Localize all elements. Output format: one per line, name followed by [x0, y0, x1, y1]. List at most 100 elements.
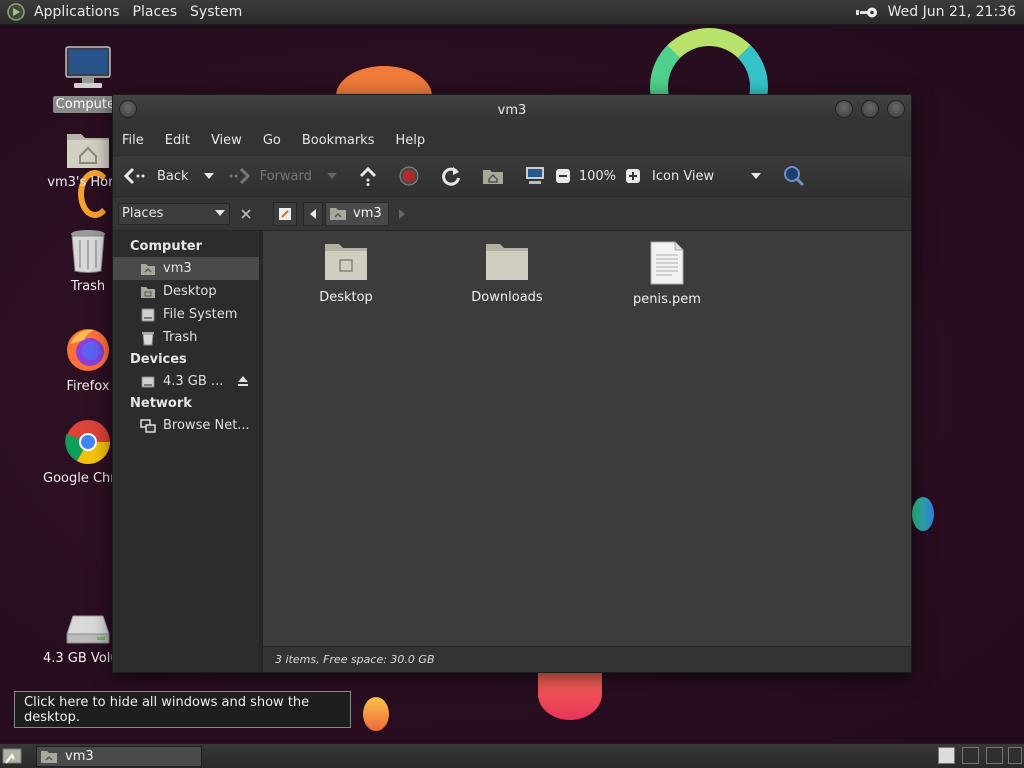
- file-name: Downloads: [471, 290, 543, 305]
- clock[interactable]: Wed Jun 21, 21:36: [888, 4, 1016, 20]
- key-icon[interactable]: [855, 5, 878, 19]
- file-item-pem[interactable]: penis.pem: [612, 241, 722, 307]
- minimize-button[interactable]: [835, 100, 853, 118]
- close-button[interactable]: [887, 100, 905, 118]
- menu-edit[interactable]: Edit: [165, 133, 190, 148]
- chrome-icon: [65, 420, 110, 464]
- computer-icon: [65, 46, 111, 88]
- desktop-folder-icon: [141, 286, 155, 298]
- sidebar-item-trash[interactable]: Trash: [113, 326, 259, 349]
- home-folder-icon: [41, 750, 57, 763]
- drive-icon: [141, 308, 155, 321]
- view-mode-label: Icon View: [652, 168, 715, 184]
- sidebar-item-label: Trash: [163, 330, 198, 345]
- system-menu[interactable]: System: [190, 4, 242, 20]
- firefox-icon: [67, 329, 109, 371]
- home-icon[interactable]: [482, 167, 504, 185]
- sidebar-item-desktop[interactable]: Desktop: [113, 280, 259, 303]
- forward-button[interactable]: Forward: [229, 167, 312, 185]
- window-menu-button[interactable]: [119, 100, 137, 118]
- window-body: Computer vm3 Desktop File System Trash D…: [113, 231, 911, 672]
- window-title: vm3: [497, 102, 527, 118]
- reload-icon[interactable]: [440, 165, 462, 187]
- trash-icon: [142, 331, 154, 345]
- status-bar: 3 items, Free space: 30.0 GB: [263, 646, 911, 672]
- home-folder-icon: [141, 263, 155, 275]
- desktop-icon-label: Firefox: [66, 379, 110, 394]
- show-desktop-icon[interactable]: [2, 747, 22, 765]
- taskbar-item-label: vm3: [65, 748, 94, 764]
- sidebar-item-label: vm3: [163, 261, 192, 276]
- trash-icon: [71, 230, 105, 273]
- desktop-folder-icon: [325, 244, 367, 280]
- up-arrow-icon[interactable]: [358, 166, 378, 186]
- search-icon[interactable]: [782, 164, 806, 188]
- path-crumb-vm3[interactable]: vm3: [325, 201, 389, 226]
- home-folder-icon: [330, 208, 346, 220]
- path-bar: vm3: [273, 201, 405, 226]
- menu-file[interactable]: File: [122, 133, 144, 148]
- zoom-out-icon[interactable]: [555, 168, 571, 184]
- back-button[interactable]: Back: [123, 167, 189, 185]
- sidebar-item-browse-network[interactable]: Browse Net...: [113, 414, 259, 437]
- view-mode-select[interactable]: Icon View: [652, 169, 762, 184]
- stop-icon[interactable]: [399, 166, 419, 186]
- workspace-4[interactable]: [1008, 747, 1022, 764]
- menu-help[interactable]: Help: [395, 133, 425, 148]
- eject-icon[interactable]: [237, 376, 249, 387]
- file-name: Desktop: [319, 290, 373, 305]
- sidebar-item-label: File System: [163, 307, 238, 322]
- workspace-3[interactable]: [986, 747, 1003, 764]
- chevron-down-icon: [751, 173, 762, 179]
- forward-history-dropdown-icon[interactable]: [326, 172, 338, 180]
- drive-icon: [66, 615, 110, 644]
- arrow-left-icon: [123, 167, 145, 185]
- show-desktop-tooltip: Click here to hide all windows and show …: [14, 691, 351, 728]
- location-bar: Places vm3: [113, 197, 911, 231]
- computer-icon[interactable]: [524, 166, 546, 186]
- maximize-button[interactable]: [861, 100, 879, 118]
- chevron-right-icon[interactable]: [398, 208, 405, 219]
- pencil-icon: [279, 207, 291, 220]
- sidebar-heading-computer: Computer: [130, 239, 203, 254]
- workspace-1[interactable]: [938, 747, 955, 764]
- sidebar-type-select[interactable]: Places: [118, 202, 230, 225]
- path-crumb-label: vm3: [353, 206, 382, 221]
- menu-bookmarks[interactable]: Bookmarks: [302, 133, 375, 148]
- taskbar-item-vm3[interactable]: vm3: [36, 745, 202, 767]
- home-folder-icon: [67, 134, 109, 168]
- places-sidebar: Computer vm3 Desktop File System Trash D…: [113, 231, 263, 672]
- file-manager-window: vm3 File Edit View Go Bookmarks Help Bac…: [112, 94, 912, 673]
- back-history-dropdown-icon[interactable]: [203, 172, 215, 180]
- status-text: 3 items, Free space: 30.0 GB: [275, 653, 435, 666]
- top-panel-tray: Wed Jun 21, 21:36: [855, 4, 1016, 20]
- sidebar-heading-devices: Devices: [130, 352, 187, 367]
- path-scroll-left-button[interactable]: [303, 201, 323, 226]
- sidebar-item-label: Desktop: [163, 284, 217, 299]
- toolbar: Back Forward 100% Icon View: [113, 155, 911, 197]
- desktop-icon-label: Trash: [70, 279, 106, 294]
- close-sidebar-button[interactable]: [236, 204, 256, 224]
- sidebar-item-file-system[interactable]: File System: [113, 303, 259, 326]
- wallpaper-shape: [538, 668, 602, 720]
- distro-logo-icon[interactable]: [7, 3, 25, 21]
- places-menu[interactable]: Places: [133, 4, 178, 20]
- menu-go[interactable]: Go: [263, 133, 281, 148]
- chevron-down-icon: [215, 210, 225, 216]
- tooltip-text: Click here to hide all windows and show …: [24, 694, 310, 725]
- window-titlebar[interactable]: vm3: [113, 95, 911, 125]
- sidebar-item-volume[interactable]: 4.3 GB ...: [113, 370, 259, 393]
- sidebar-item-label: 4.3 GB ...: [163, 374, 224, 389]
- text-file-icon: [650, 241, 684, 285]
- sidebar-item-label: Browse Net...: [163, 418, 250, 433]
- top-panel: Applications Places System Wed Jun 21, 2…: [0, 0, 1024, 25]
- file-view[interactable]: Desktop Downloads penis.pem 3 items, Fre…: [263, 231, 911, 672]
- sidebar-item-vm3[interactable]: vm3: [113, 257, 259, 280]
- applications-menu[interactable]: Applications: [34, 4, 120, 20]
- workspace-2[interactable]: [962, 747, 979, 764]
- file-item-desktop[interactable]: Desktop: [291, 241, 401, 305]
- menu-view[interactable]: View: [211, 133, 242, 148]
- zoom-in-icon[interactable]: [625, 168, 641, 184]
- file-item-downloads[interactable]: Downloads: [452, 241, 562, 305]
- toggle-location-entry-button[interactable]: [273, 201, 297, 226]
